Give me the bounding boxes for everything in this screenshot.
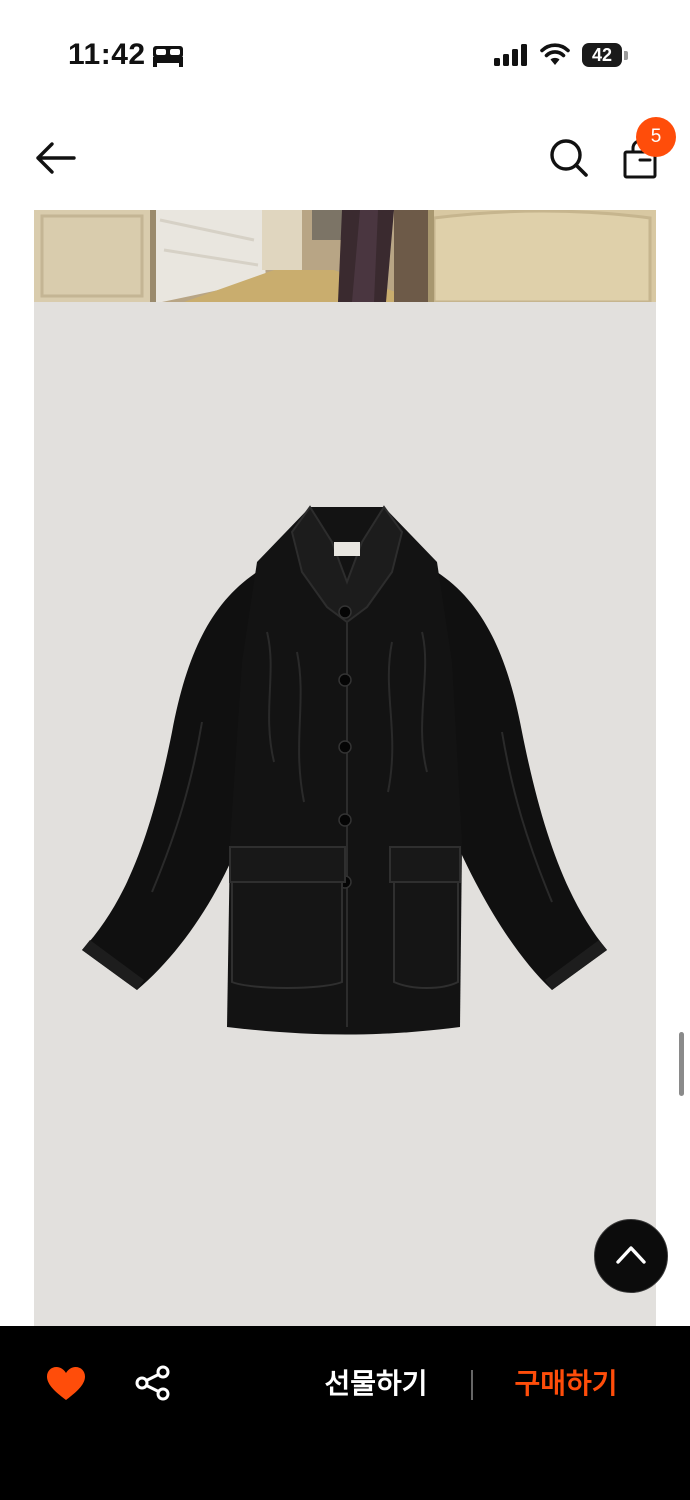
chevron-up-icon (616, 1246, 646, 1264)
scroll-to-top-button[interactable] (594, 1219, 668, 1293)
scroll-indicator[interactable] (679, 1032, 684, 1096)
status-time: 11:42 (68, 38, 146, 71)
heart-icon (47, 1367, 85, 1400)
black-leather-jacket (82, 505, 607, 1035)
gift-button[interactable]: 선물하기 (306, 1362, 446, 1406)
back-button[interactable] (30, 136, 80, 180)
battery-level: 42 (591, 45, 613, 65)
wifi-icon (540, 43, 570, 65)
share-button[interactable] (134, 1364, 172, 1402)
signal-icon (494, 44, 527, 66)
cart-count-badge: 5 (636, 117, 676, 157)
search-button[interactable] (546, 134, 590, 182)
back-arrow-icon (36, 142, 76, 174)
battery-cap (624, 51, 628, 60)
status-bar: 11:42 42 (0, 0, 690, 110)
bed-icon (153, 46, 183, 67)
buy-button[interactable]: 구매하기 (496, 1362, 636, 1406)
share-icon (135, 1365, 170, 1401)
header (0, 118, 690, 198)
bottom-action-bar: 선물하기 구매하기 (0, 1326, 690, 1500)
room-photo (34, 210, 656, 302)
like-button[interactable] (46, 1366, 86, 1402)
product-image (34, 302, 656, 1327)
search-icon (550, 139, 588, 177)
button-divider (471, 1370, 473, 1400)
battery-icon: 42 (582, 43, 622, 67)
